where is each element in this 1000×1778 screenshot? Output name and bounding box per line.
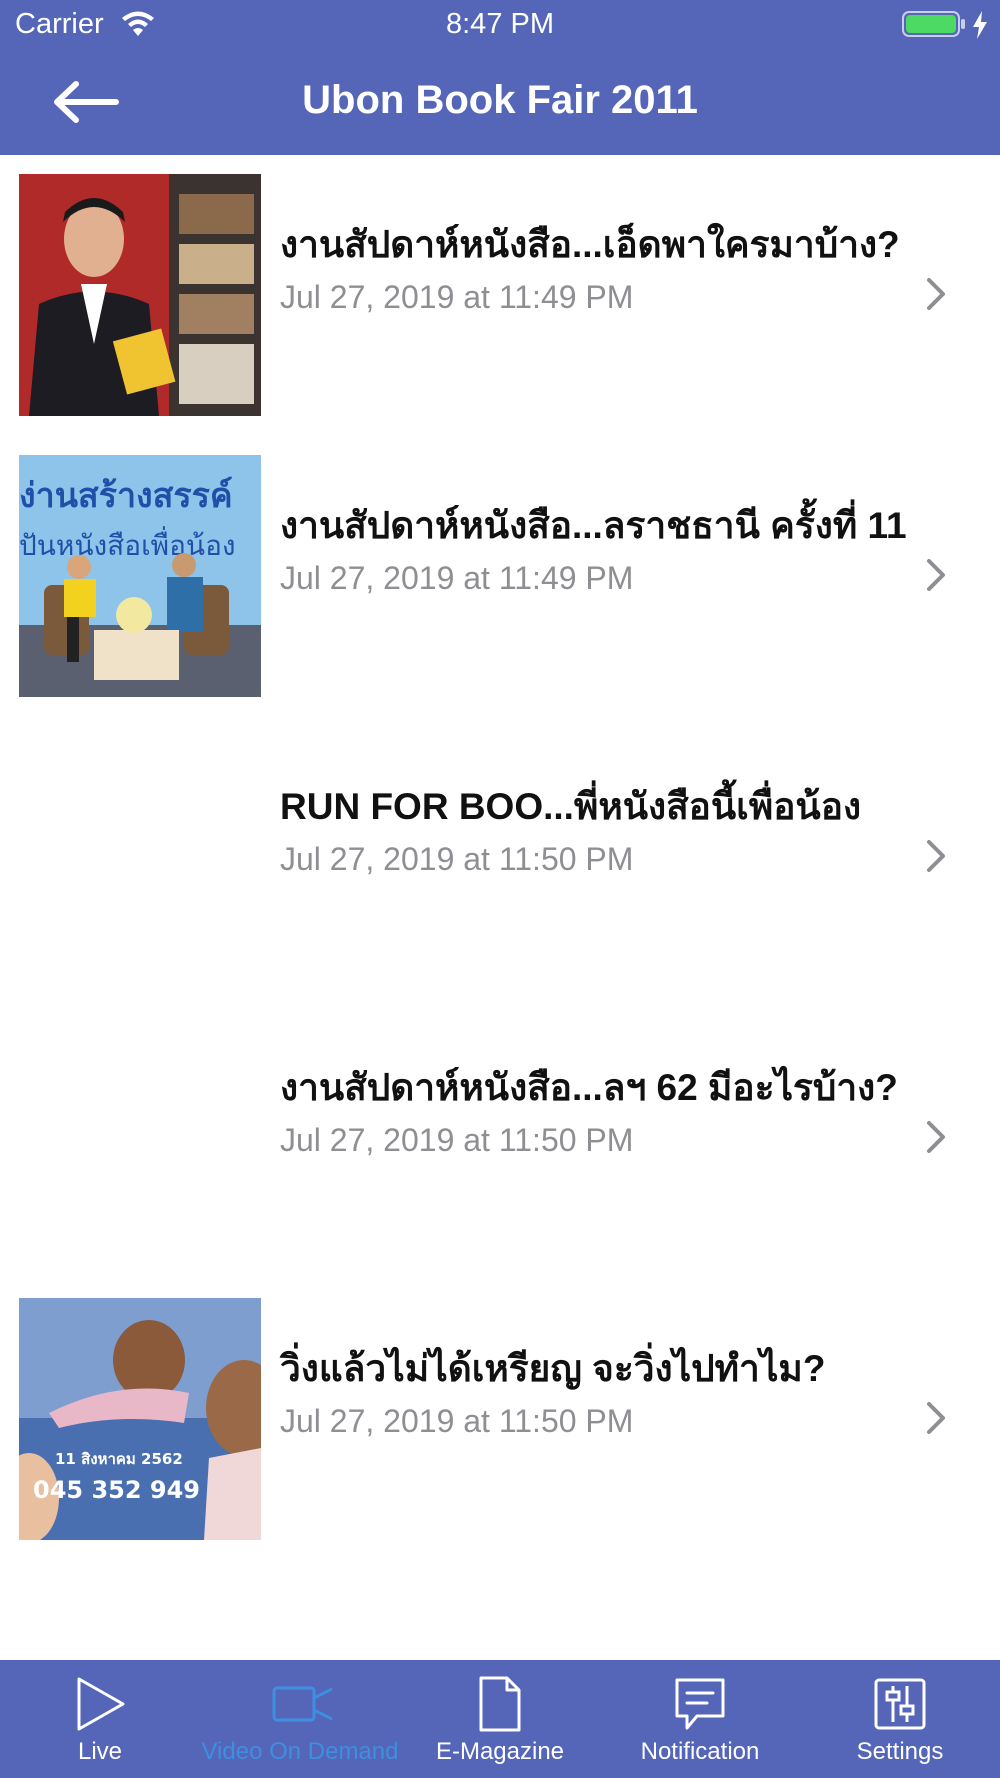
sliders-icon [874, 1678, 926, 1730]
video-thumbnail [19, 174, 261, 416]
chevron-right-icon [927, 1121, 945, 1153]
chevron-right-icon [927, 1402, 945, 1434]
list-item[interactable]: ง่านสร้างสรรค์ ปันหนังสือเพื่อน้อง งานสั… [0, 436, 1000, 717]
video-title: วิ่งแล้วไม่ได้เหรียญ จะวิ่งไปทำไม? [280, 1348, 826, 1389]
video-list: งานสัปดาห์หนังสือ...เอ็ดพาใครมาบ้าง? Jul… [0, 155, 1000, 1660]
tab-label: Settings [856, 1738, 944, 1765]
chevron-right-icon [927, 278, 945, 310]
thumbnail-banner-text-2: ปันหนังสือเพื่อน้อง [19, 526, 236, 562]
tab-settings[interactable]: Settings [800, 1660, 1000, 1778]
video-date: Jul 27, 2019 at 11:50 PM [280, 841, 634, 877]
tab-label: Notification [640, 1738, 760, 1765]
charging-bolt-icon [973, 11, 987, 39]
video-title: งานสัปดาห์หนังสือ...เอ็ดพาใครมาบ้าง? [280, 224, 900, 265]
status-bar: Carrier 8:47 PM [0, 0, 1000, 50]
status-time: 8:47 PM [446, 8, 554, 40]
list-item[interactable]: 11 สิงหาคม 2562 045 352 949 วิ่งแล้วไม่ไ… [0, 1279, 1000, 1560]
video-date: Jul 27, 2019 at 11:50 PM [280, 1122, 634, 1158]
video-date: Jul 27, 2019 at 11:50 PM [280, 1403, 634, 1439]
tab-label: Live [77, 1738, 123, 1765]
chevron-right-icon [927, 840, 945, 872]
list-item[interactable]: RUN FOR BOO...พี่หนังสือนี้เพื่อน้อง Jul… [0, 717, 1000, 998]
thumbnail-banner-text: ง่านสร้างสรรค์ [19, 476, 233, 516]
thumbnail-image: 11 สิงหาคม 2562 045 352 949 [19, 1298, 261, 1540]
tab-live[interactable]: Live [0, 1660, 200, 1778]
document-icon [479, 1676, 521, 1732]
tab-notification[interactable]: Notification [600, 1660, 800, 1778]
tab-bar: Live Video On Demand E-Magazine Notifica… [0, 1660, 1000, 1778]
thumbnail-image [19, 174, 261, 416]
thumbnail-phone-text: 045 352 949 [33, 1476, 200, 1504]
video-thumbnail: ง่านสร้างสรรค์ ปันหนังสือเพื่อน้อง [19, 455, 261, 697]
tab-label: E-Magazine [435, 1738, 565, 1765]
video-title: งานสัปดาห์หนังสือ...ลราชธานี ครั้งที่ 11 [280, 505, 907, 546]
chat-bubble-icon [675, 1678, 725, 1730]
video-date: Jul 27, 2019 at 11:49 PM [280, 560, 634, 596]
battery-full-charging-icon [902, 11, 965, 37]
video-title: งานสัปดาห์หนังสือ...ลฯ 62 มีอะไรบ้าง? [280, 1067, 898, 1108]
tab-label: Video On Demand [201, 1738, 399, 1765]
chevron-right-icon [927, 559, 945, 591]
video-title: RUN FOR BOO...พี่หนังสือนี้เพื่อน้อง [280, 786, 862, 827]
list-item[interactable]: งานสัปดาห์หนังสือ...เอ็ดพาใครมาบ้าง? Jul… [0, 155, 1000, 436]
play-icon [77, 1677, 125, 1731]
tab-e-magazine[interactable]: E-Magazine [400, 1660, 600, 1778]
list-item[interactable]: งานสัปดาห์หนังสือ...ลฯ 62 มีอะไรบ้าง? Ju… [0, 998, 1000, 1279]
video-thumbnail: 11 สิงหาคม 2562 045 352 949 [19, 1298, 261, 1540]
video-camera-icon [272, 1686, 332, 1722]
video-date: Jul 27, 2019 at 11:49 PM [280, 279, 634, 315]
thumbnail-date-text: 11 สิงหาคม 2562 [55, 1450, 183, 1468]
navigation-header: Carrier 8:47 PM Ubon Book Fair 2011 [0, 0, 1000, 155]
thumbnail-image: ง่านสร้างสรรค์ ปันหนังสือเพื่อน้อง [19, 455, 261, 697]
nav-bar: Ubon Book Fair 2011 [0, 50, 1000, 155]
page-title: Ubon Book Fair 2011 [302, 78, 698, 122]
tab-video-on-demand[interactable]: Video On Demand [200, 1660, 400, 1778]
